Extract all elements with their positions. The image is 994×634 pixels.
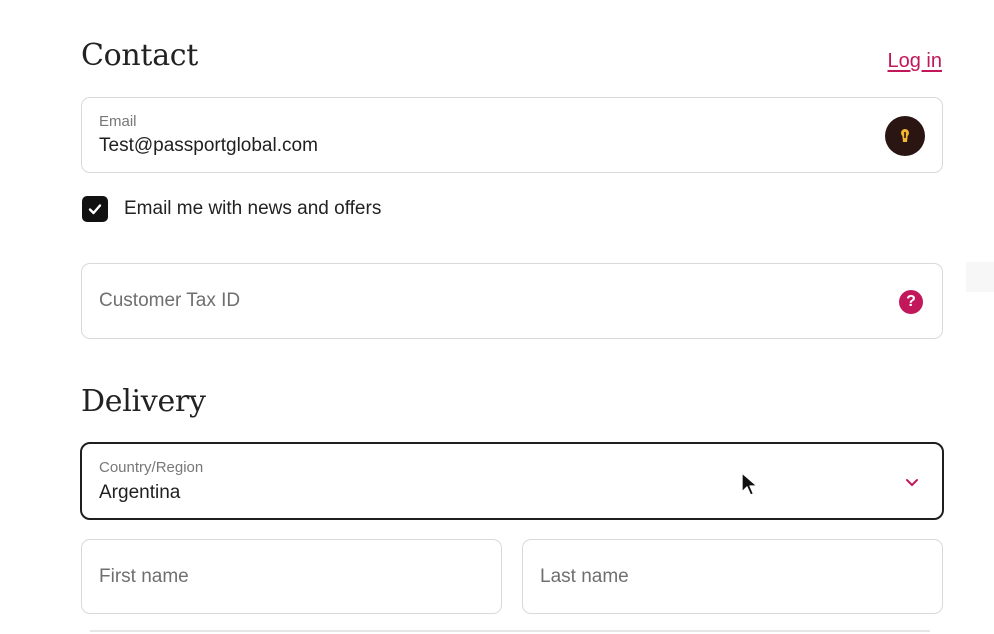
mouse-cursor-icon xyxy=(741,472,758,496)
email-field[interactable]: Email Test@passportglobal.com xyxy=(81,97,943,173)
divider xyxy=(90,630,930,632)
newsletter-label: Email me with news and offers xyxy=(124,198,382,219)
newsletter-checkbox-row[interactable]: Email me with news and offers xyxy=(82,196,381,222)
contact-heading: Contact xyxy=(81,38,199,73)
login-link[interactable]: Log in xyxy=(888,50,943,73)
chevron-down-icon[interactable] xyxy=(904,474,920,490)
delivery-heading: Delivery xyxy=(81,384,206,419)
checkmark-icon xyxy=(88,204,102,215)
customer-tax-id-field[interactable]: Customer Tax ID ? xyxy=(81,263,943,339)
checkout-form: Contact Log in Email Test@passportglobal… xyxy=(0,0,994,634)
first-name-placeholder: First name xyxy=(99,565,189,587)
keyhole-icon[interactable] xyxy=(885,116,925,156)
last-name-placeholder: Last name xyxy=(540,565,629,587)
customer-tax-id-placeholder: Customer Tax ID xyxy=(99,290,241,311)
country-region-value: Argentina xyxy=(99,482,181,503)
question-icon[interactable]: ? xyxy=(899,290,923,314)
last-name-field[interactable]: Last name xyxy=(522,539,943,614)
country-region-select[interactable]: Country/Region Argentina xyxy=(80,442,944,520)
country-region-label: Country/Region xyxy=(99,459,204,476)
first-name-field[interactable]: First name xyxy=(81,539,502,614)
scroll-edge xyxy=(966,262,994,292)
email-label: Email xyxy=(99,113,137,130)
newsletter-checkbox[interactable] xyxy=(82,196,108,222)
email-value[interactable]: Test@passportglobal.com xyxy=(99,135,318,157)
